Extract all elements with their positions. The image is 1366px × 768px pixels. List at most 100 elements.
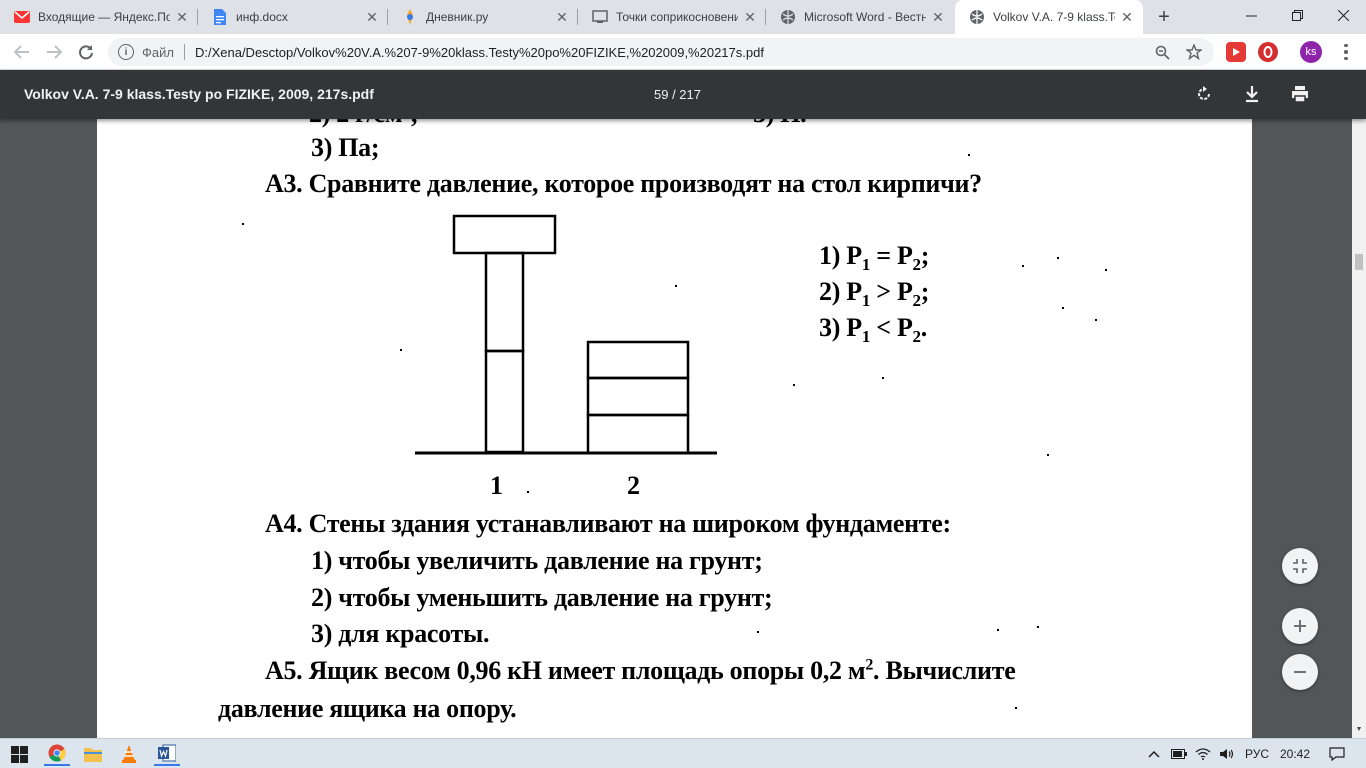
tab-dnevnik[interactable]: Дневник.ру ✕	[388, 0, 578, 34]
tab-title: Входящие — Яндекс.Почта	[38, 10, 170, 24]
page-icon	[592, 9, 608, 25]
tab-volkov-pdf[interactable]: Volkov V.A. 7-9 klass.Testy po FIZIKE ✕	[955, 0, 1143, 34]
extension-youtube-icon[interactable]	[1226, 42, 1246, 62]
scan-speck	[1037, 626, 1039, 628]
scan-speck	[1015, 707, 1017, 709]
restore-icon	[1291, 9, 1303, 21]
url-scheme-label: Файл	[142, 44, 174, 60]
scan-speck	[1062, 307, 1064, 309]
scroll-down-icon[interactable]: ▼	[1355, 726, 1363, 734]
close-icon[interactable]: ✕	[930, 9, 946, 25]
browser-toolbar: i Файл D:/Xena/Desctop/Volkov%20V.A.%207…	[0, 34, 1366, 70]
a4-option-2: 2) чтобы уменьшить давление на грунт;	[311, 583, 773, 612]
scan-speck	[997, 629, 999, 631]
globe-icon	[780, 9, 796, 25]
extension-opera-icon[interactable]	[1258, 42, 1278, 62]
close-icon[interactable]: ✕	[174, 9, 190, 25]
taskbar-vlc[interactable]	[116, 742, 142, 766]
dnevnik-icon	[402, 9, 418, 25]
close-window-icon	[1337, 9, 1349, 21]
scan-speck	[400, 349, 402, 351]
tab-inf-docx[interactable]: инф.docx ✕	[198, 0, 388, 34]
taskbar-word[interactable]	[154, 742, 180, 766]
forward-button[interactable]	[40, 38, 68, 66]
browser-menu-button[interactable]	[1336, 40, 1356, 64]
scan-speck	[242, 223, 244, 225]
scan-speck	[1022, 265, 1024, 267]
a3-option-1: 1) P1 = P2;	[819, 241, 930, 275]
print-button[interactable]	[1288, 82, 1312, 106]
tab-tochki[interactable]: Точки соприкосновения ✕	[578, 0, 766, 34]
wifi-icon[interactable]	[1192, 739, 1214, 768]
print-icon	[1292, 86, 1308, 103]
zoom-out-button[interactable]	[1282, 654, 1318, 690]
a3-option-2: 2) P1 > P2;	[819, 277, 930, 311]
zoom-in-button[interactable]	[1282, 608, 1318, 644]
a4-option-3: 3) для красоты.	[311, 619, 490, 648]
start-button[interactable]	[6, 742, 32, 766]
plus-icon	[1294, 620, 1306, 632]
download-icon	[1246, 86, 1258, 103]
scan-speck	[1105, 269, 1107, 271]
mail-icon	[14, 9, 30, 25]
reload-button[interactable]	[72, 38, 100, 66]
input-language[interactable]: РУС	[1240, 739, 1274, 768]
tab-ms-word[interactable]: Microsoft Word - Вестник ✕	[766, 0, 954, 34]
minus-icon	[1294, 671, 1306, 673]
tab-title: инф.docx	[236, 10, 288, 24]
volume-icon[interactable]	[1216, 739, 1238, 768]
scrollbar-thumb[interactable]	[1355, 254, 1363, 270]
scan-speck	[527, 491, 529, 493]
word-icon	[158, 744, 176, 762]
tab-title: Microsoft Word - Вестник	[804, 10, 926, 24]
rotate-button[interactable]	[1192, 82, 1216, 106]
vertical-scrollbar[interactable]: ▲ ▼	[1352, 70, 1366, 738]
close-icon[interactable]: ✕	[1119, 9, 1135, 25]
fit-to-page-button[interactable]	[1282, 548, 1318, 584]
close-icon[interactable]: ✕	[742, 9, 758, 25]
pdf-viewer[interactable]: 2) 2 г/см3; 3) Н. 3) Па; А3. Сравните да…	[0, 119, 1352, 738]
address-bar[interactable]: i Файл D:/Xena/Desctop/Volkov%20V.A.%207…	[108, 38, 1214, 66]
new-tab-button[interactable]: +	[1152, 5, 1176, 29]
clock[interactable]: 20:42	[1274, 739, 1316, 768]
tab-title: Дневник.ру	[426, 10, 489, 24]
rotate-icon	[1198, 86, 1210, 100]
scan-speck	[675, 285, 677, 287]
zoom-magnifier-icon[interactable]	[1148, 38, 1176, 66]
close-icon[interactable]: ✕	[364, 9, 380, 25]
tab-yandex-mail[interactable]: Входящие — Яндекс.Почта ✕	[0, 0, 198, 34]
minimize-icon	[1245, 15, 1257, 16]
globe-icon	[969, 9, 985, 25]
pdf-title: Volkov V.A. 7-9 klass.Testy po FIZIKE, 2…	[24, 86, 374, 102]
a3-option-3: 3) P1 < P2.	[819, 313, 927, 347]
taskbar: РУС 20:42	[0, 738, 1366, 768]
battery-icon[interactable]	[1168, 739, 1190, 768]
tray-overflow-icon[interactable]	[1144, 739, 1164, 768]
page-indicator[interactable]: 59 / 217	[654, 70, 701, 119]
close-icon[interactable]: ✕	[554, 9, 570, 25]
scan-speck	[882, 377, 884, 379]
minimize-button[interactable]	[1228, 0, 1274, 30]
scan-speck	[968, 154, 970, 156]
windows-icon	[10, 745, 28, 763]
profile-avatar[interactable]: ks	[1300, 41, 1322, 63]
back-button[interactable]	[8, 38, 36, 66]
text-line: 3) Па;	[311, 133, 380, 162]
taskbar-explorer[interactable]	[80, 742, 106, 766]
scan-speck	[1047, 454, 1049, 456]
info-icon[interactable]: i	[118, 44, 134, 60]
question-a3: А3. Сравните давление, которое производя…	[265, 169, 982, 198]
scan-speck	[1057, 257, 1059, 259]
folder-icon	[84, 748, 102, 762]
download-button[interactable]	[1240, 82, 1264, 106]
restore-button[interactable]	[1274, 0, 1320, 30]
scan-speck	[1095, 319, 1097, 321]
notifications-icon[interactable]	[1322, 739, 1352, 768]
url-text[interactable]: D:/Xena/Desctop/Volkov%20V.A.%207-9%20kl…	[195, 45, 764, 60]
a4-option-1: 1) чтобы увеличить давление на грунт;	[311, 546, 763, 575]
bookmark-star-icon[interactable]	[1180, 38, 1208, 66]
tab-title: Volkov V.A. 7-9 klass.Testy po FIZIKE	[993, 10, 1115, 24]
close-window-button[interactable]	[1320, 0, 1366, 30]
pdf-toolbar: Volkov V.A. 7-9 klass.Testy po FIZIKE, 2…	[0, 70, 1366, 119]
taskbar-chrome[interactable]	[44, 742, 70, 766]
